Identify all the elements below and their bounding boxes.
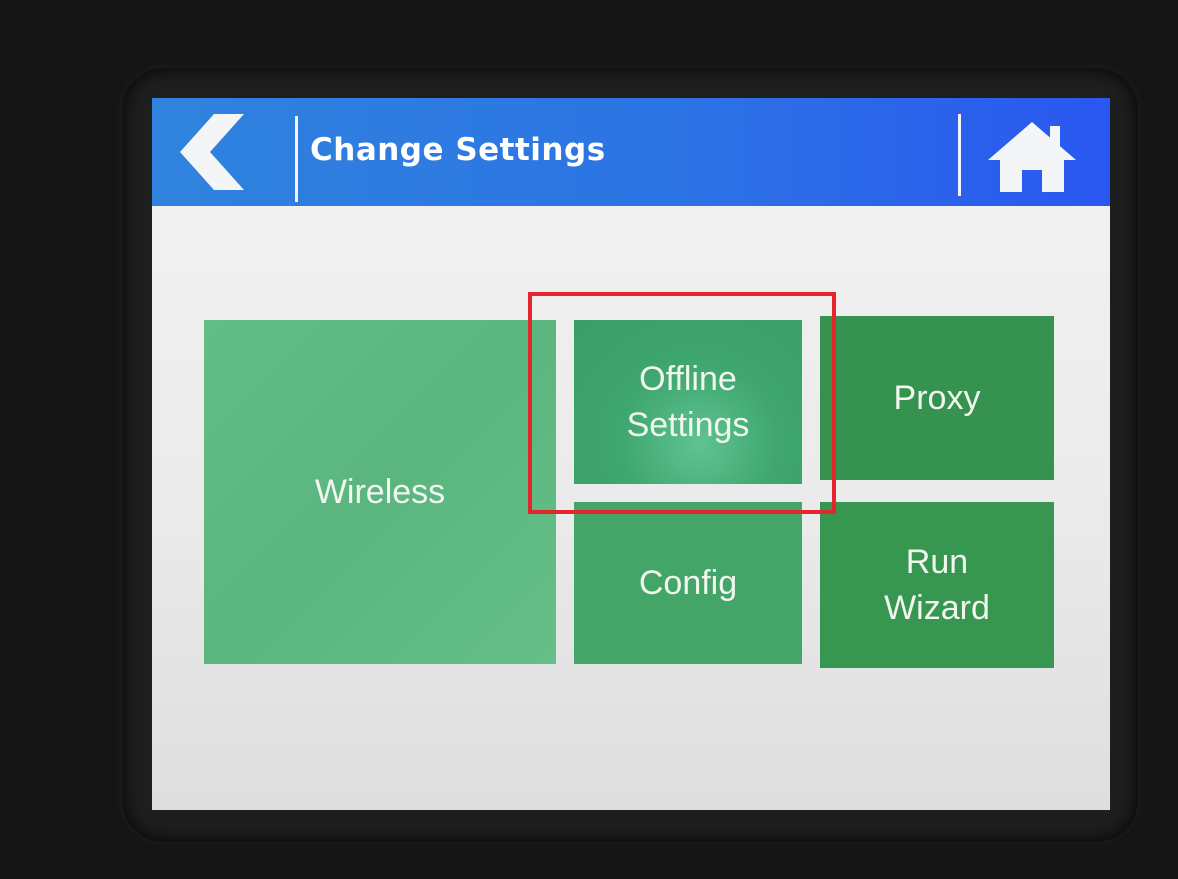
config-label: Config — [638, 564, 738, 602]
back-button[interactable] — [174, 110, 254, 194]
wireless-label: Wireless — [314, 473, 446, 511]
offline-settings-label: Offline Settings — [626, 360, 750, 444]
home-icon — [988, 122, 1076, 192]
home-button[interactable] — [984, 116, 1080, 196]
wireless-tile[interactable]: Wireless — [204, 320, 556, 664]
run-wizard-tile[interactable]: Run Wizard — [820, 502, 1054, 668]
header-divider — [958, 114, 961, 196]
run-wizard-label: Run Wizard — [884, 543, 990, 627]
touch-screen: Change Settings Wireless Offline Setting… — [152, 98, 1110, 810]
header-bar: Change Settings — [152, 98, 1110, 206]
page-title: Change Settings — [310, 132, 606, 168]
proxy-tile[interactable]: Proxy — [820, 316, 1054, 480]
proxy-label: Proxy — [893, 379, 981, 417]
chevron-left-icon — [180, 114, 244, 190]
config-tile[interactable]: Config — [574, 502, 802, 664]
header-divider — [295, 116, 298, 202]
offline-settings-tile[interactable]: Offline Settings — [574, 320, 802, 484]
